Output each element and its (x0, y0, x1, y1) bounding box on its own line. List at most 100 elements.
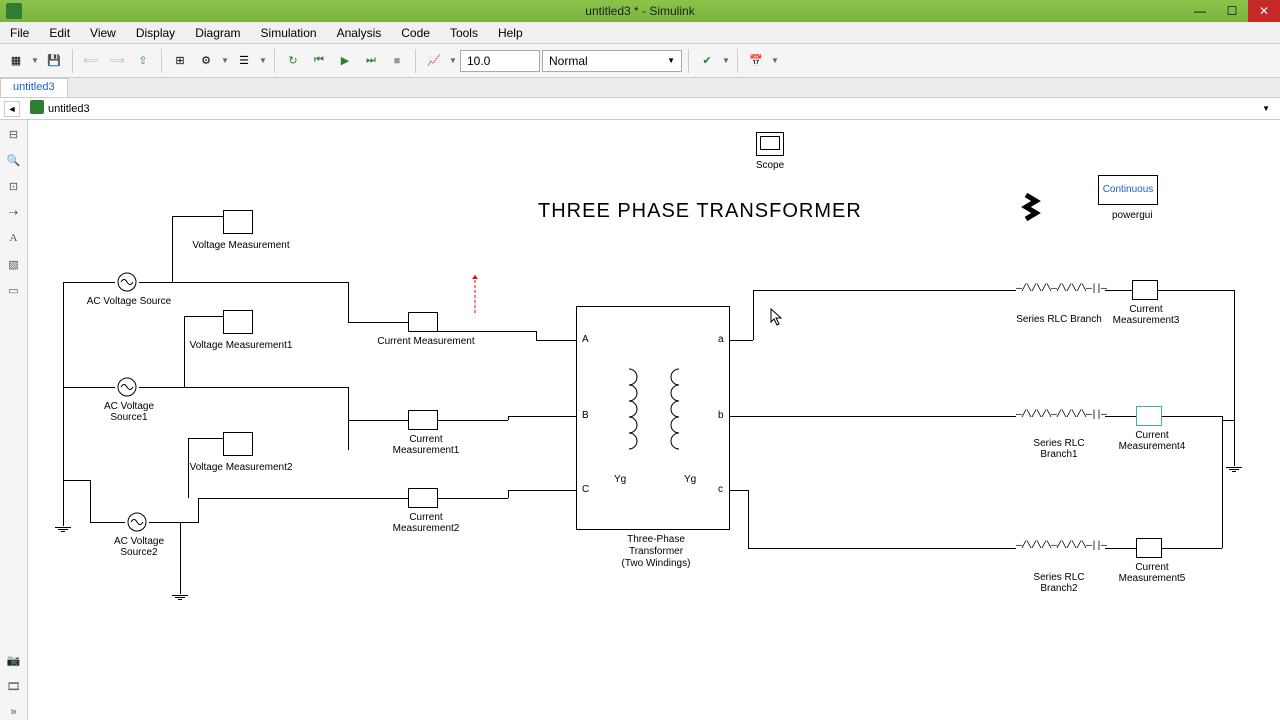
powergui-block[interactable]: Continuous (1098, 175, 1158, 205)
ground-right[interactable] (1226, 456, 1242, 472)
up-button[interactable]: ⇧ (131, 49, 155, 73)
scope-label: Scope (748, 160, 792, 171)
model-explorer-button[interactable]: ☰ (232, 49, 256, 73)
cmeas-l-1[interactable] (408, 410, 438, 430)
arrow-up-icon: ⇧ (138, 54, 147, 67)
unconnected-signal[interactable] (472, 275, 478, 313)
minimize-button[interactable]: — (1184, 0, 1216, 22)
menu-view[interactable]: View (80, 22, 126, 43)
forward-button[interactable]: ⟹ (105, 49, 129, 73)
zoom-button[interactable]: 🔍 (4, 150, 24, 170)
vmeas-0[interactable] (223, 210, 253, 234)
stop-icon: ■ (394, 55, 401, 67)
step-forward-button[interactable]: ⏭ (359, 49, 383, 73)
menu-diagram[interactable]: Diagram (185, 22, 250, 43)
menu-analysis[interactable]: Analysis (327, 22, 392, 43)
xfmr-port-b: b (718, 410, 724, 421)
diagram-title[interactable]: THREE PHASE TRANSFORMER (538, 200, 862, 223)
cmeas-l-2-label: Current Measurement2 (376, 512, 476, 534)
annotate-button[interactable]: A (4, 228, 24, 248)
menu-display[interactable]: Display (126, 22, 185, 43)
rlc-0[interactable]: —/\/\/\—/\/\/\—||— (1016, 284, 1106, 295)
model-tab[interactable]: untitled3 (0, 78, 68, 97)
cmeas-r-1[interactable] (1136, 406, 1162, 426)
xfmr-port-c: c (718, 484, 723, 495)
xfmr-port-a: a (718, 334, 724, 345)
disk-icon: 💾 (47, 54, 61, 67)
inspector-dropdown[interactable]: ▼ (448, 56, 458, 65)
step-back-button[interactable]: ⏮ (307, 49, 331, 73)
terminator-icon[interactable] (1022, 193, 1040, 223)
new-model-button[interactable]: ▦ (4, 49, 28, 73)
model-icon (30, 100, 44, 114)
cmeas-l-2[interactable] (408, 488, 438, 508)
model-config-button[interactable]: ⚙ (194, 49, 218, 73)
area-button[interactable]: ▭ (4, 280, 24, 300)
window-title: untitled3 * - Simulink (585, 4, 694, 18)
vmeas-1[interactable] (223, 310, 253, 334)
save-button[interactable]: 💾 (42, 49, 66, 73)
menu-bar: File Edit View Display Diagram Simulatio… (0, 22, 1280, 44)
explorer-dropdown[interactable]: ▼ (258, 56, 268, 65)
nav-back-button[interactable]: ◄ (4, 101, 20, 117)
vmeas-1-label: Voltage Measurement1 (186, 340, 296, 351)
stop-time-input[interactable] (460, 50, 540, 72)
transformer-block[interactable] (576, 306, 730, 530)
record-button[interactable]: 🎞 (4, 676, 24, 696)
rlc-1-label: Series RLC Branch1 (1014, 438, 1104, 460)
breadcrumb-bar: ◄ untitled3 ▼ (0, 98, 1280, 120)
fast-restart-button[interactable]: ✔ (695, 49, 719, 73)
hide-browser-button[interactable]: ⊟ (4, 124, 24, 144)
config-dropdown[interactable]: ▼ (220, 56, 230, 65)
back-button[interactable]: ⟸ (79, 49, 103, 73)
screenshot-button[interactable]: 📷 (4, 650, 24, 670)
menu-tools[interactable]: Tools (440, 22, 488, 43)
maximize-button[interactable]: ☐ (1216, 0, 1248, 22)
cursor-icon (770, 308, 784, 326)
chart-icon: 📈 (427, 54, 441, 67)
menu-code[interactable]: Code (391, 22, 440, 43)
step-fwd-icon: ⏭ (366, 54, 376, 67)
xfmr-label-1: Three-Phase (626, 534, 686, 545)
model-canvas[interactable]: THREE PHASE TRANSFORMER Scope Continuous… (28, 120, 1280, 720)
stop-button[interactable]: ■ (385, 49, 409, 73)
xfmr-yg-l: Yg (614, 474, 626, 485)
vmeas-2[interactable] (223, 432, 253, 456)
hammer-icon: ↻ (288, 54, 297, 67)
menu-edit[interactable]: Edit (39, 22, 80, 43)
fit-button[interactable]: ⊡ (4, 176, 24, 196)
signal-button[interactable]: ⇢ (4, 202, 24, 222)
schedule-button[interactable]: 📅 (744, 49, 768, 73)
menu-simulation[interactable]: Simulation (251, 22, 327, 43)
sim-mode-select[interactable]: Normal ▼ (542, 50, 682, 72)
ac-source-0[interactable] (115, 270, 139, 294)
ac-source-1[interactable] (115, 375, 139, 399)
build-button[interactable]: ↻ (281, 49, 305, 73)
cmeas-r-2-label: Current Measurement5 (1102, 562, 1202, 584)
cmeas-l-1-label: Current Measurement1 (376, 434, 476, 456)
cmeas-l-0[interactable] (408, 312, 438, 332)
ac-source-2[interactable] (125, 510, 149, 534)
scope-block[interactable] (756, 132, 784, 156)
chevron-down-icon[interactable]: ▼ (1262, 104, 1270, 113)
close-button[interactable]: ✕ (1248, 0, 1280, 22)
xfmr-label-2: Transformer (626, 546, 686, 557)
menu-file[interactable]: File (0, 22, 39, 43)
library-browser-button[interactable]: ⊞ (168, 49, 192, 73)
rlc-2[interactable]: —/\/\/\—/\/\/\—||— (1016, 541, 1106, 552)
ground-mid[interactable] (172, 584, 188, 600)
rlc-1[interactable]: —/\/\/\—/\/\/\—||— (1016, 410, 1106, 421)
menu-help[interactable]: Help (488, 22, 533, 43)
breadcrumb-label[interactable]: untitled3 (48, 103, 90, 115)
cmeas-r-2[interactable] (1136, 538, 1162, 558)
ac-source-0-label: AC Voltage Source (84, 296, 174, 307)
data-inspector-button[interactable]: 📈 (422, 49, 446, 73)
new-dropdown[interactable]: ▼ (30, 56, 40, 65)
restart-dropdown[interactable]: ▼ (721, 56, 731, 65)
image-button[interactable]: ▧ (4, 254, 24, 274)
cmeas-r-0[interactable] (1132, 280, 1158, 300)
schedule-dropdown[interactable]: ▼ (770, 56, 780, 65)
expand-palette-button[interactable]: » (4, 702, 24, 720)
run-button[interactable]: ▶ (333, 49, 357, 73)
ground-left[interactable] (55, 516, 71, 532)
